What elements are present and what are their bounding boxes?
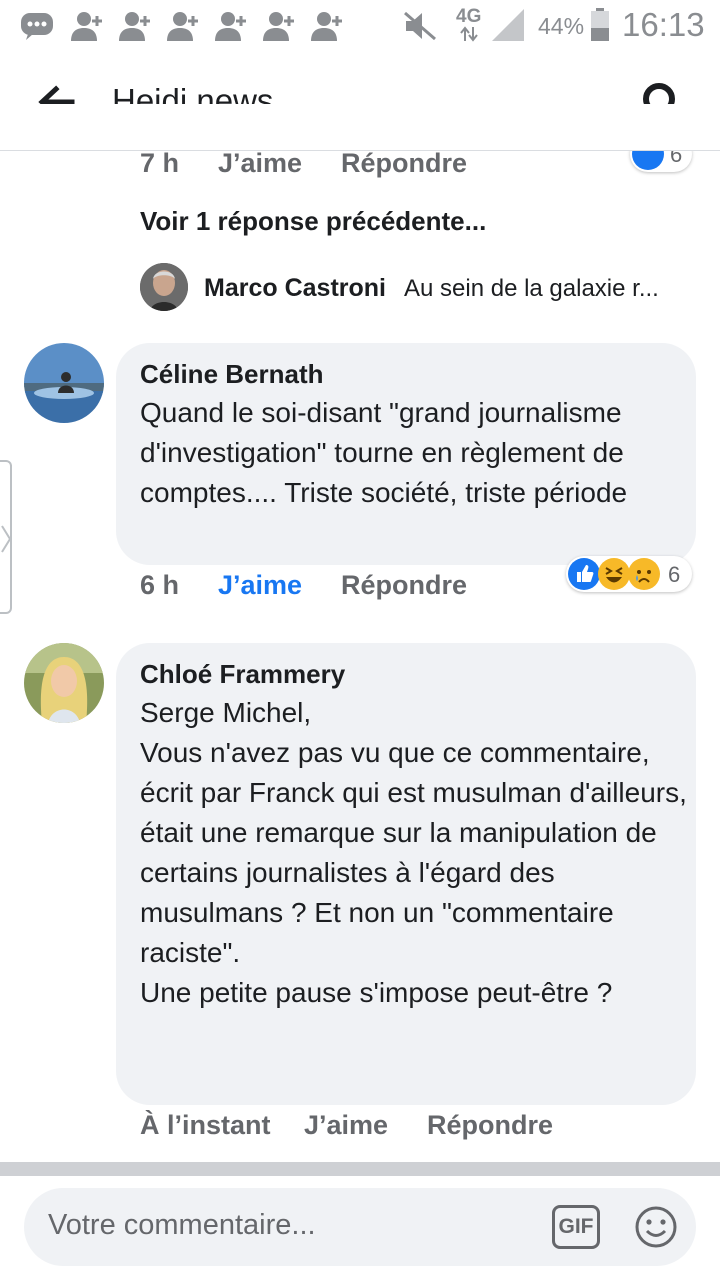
network-type: 4G	[456, 6, 482, 27]
reply-button[interactable]: Répondre	[427, 1110, 553, 1141]
previous-comment-time: 7 h	[140, 148, 180, 178]
like-button[interactable]: J’aime	[218, 570, 302, 601]
avatar-photo	[140, 263, 188, 311]
emoji-icon[interactable]	[634, 1205, 678, 1249]
comment-bubble[interactable]: Chloé Frammery Serge Michel, Vous n'avez…	[116, 643, 696, 1105]
reply-preview[interactable]: Au sein de la galaxie r...	[404, 275, 659, 303]
previous-comment-reply-button[interactable]: Répondre	[341, 148, 467, 179]
comment-author[interactable]: Chloé Frammery	[140, 659, 345, 690]
battery-icon	[591, 8, 609, 41]
like-icon	[568, 558, 600, 590]
comment-bubble[interactable]: Céline Bernath Quand le soi-disant "gran…	[116, 343, 696, 565]
avatar-photo	[24, 643, 104, 723]
add-person-icon	[119, 12, 150, 41]
avatar[interactable]	[24, 643, 104, 723]
chevron-right-icon	[1, 525, 12, 553]
clock: 16:13	[622, 6, 705, 43]
reaction-count: 6	[668, 562, 681, 587]
mute-icon	[404, 11, 436, 41]
comment-text: Serge Michel, Vous n'avez pas vu que ce …	[140, 697, 687, 1008]
previous-comment-like-button[interactable]: J’aime	[218, 148, 302, 179]
avatar[interactable]	[140, 263, 188, 311]
appbar-shadow-mask	[0, 104, 720, 151]
reply-button[interactable]: Répondre	[341, 570, 467, 601]
avatar[interactable]	[24, 343, 104, 423]
sad-icon	[628, 558, 660, 590]
add-person-icon	[311, 12, 342, 41]
comment-time: 6 h	[140, 570, 180, 600]
status-bar: 4G 44% 16:13	[0, 0, 720, 52]
comment-author[interactable]: Céline Bernath	[140, 359, 324, 390]
view-previous-replies-link[interactable]: Voir 1 réponse précédente...	[140, 206, 486, 237]
add-person-icon	[167, 12, 198, 41]
haha-icon	[598, 558, 630, 590]
like-button[interactable]: J’aime	[304, 1110, 388, 1141]
battery-level: 44%	[538, 13, 585, 39]
comment-reactions[interactable]: 6	[566, 556, 692, 592]
comment-text: Quand le soi-disant "grand journalisme d…	[140, 397, 628, 508]
page-edge-handle[interactable]	[0, 460, 12, 614]
signal-icon	[492, 9, 524, 41]
data-arrows-icon	[460, 26, 478, 42]
comment-time: À l’instant	[140, 1110, 271, 1140]
add-person-icon	[71, 12, 102, 41]
add-person-icon	[215, 12, 246, 41]
add-person-icon	[263, 12, 294, 41]
gif-button[interactable]: GIF	[552, 1205, 600, 1249]
comment-composer[interactable]: Votre commentaire... GIF	[24, 1188, 696, 1266]
avatar-photo	[24, 343, 104, 423]
bbm-icon	[21, 13, 53, 40]
composer-divider	[0, 1162, 720, 1176]
comment-input[interactable]: Votre commentaire...	[48, 1209, 316, 1242]
reply-author[interactable]: Marco Castroni	[204, 274, 386, 303]
